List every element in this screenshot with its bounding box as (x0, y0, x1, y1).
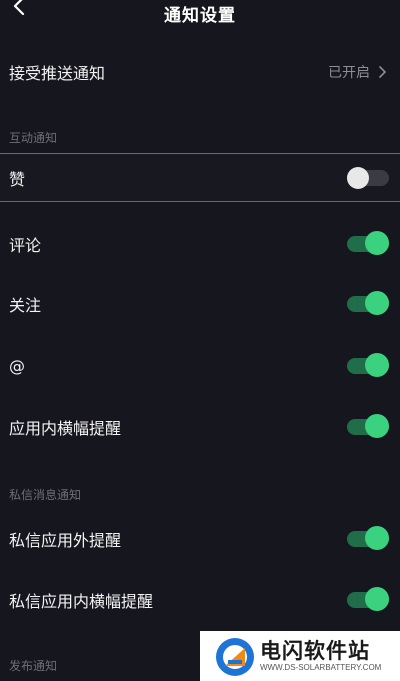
toggle-knob (365, 291, 389, 315)
watermark-title: 电闪软件站 (260, 639, 370, 663)
setting-label-in-app-banner: 应用内横幅提醒 (9, 419, 122, 438)
toggle-mention[interactable] (347, 353, 389, 379)
setting-row-mention: @ (0, 336, 400, 396)
setting-label-like: 赞 (9, 169, 26, 189)
toggle-dm-in-app-banner[interactable] (347, 587, 389, 613)
toggle-dm-outside-app[interactable] (347, 526, 389, 552)
setting-row-dm-outside-app: 私信应用外提醒 (0, 509, 400, 569)
toggle-knob (365, 526, 389, 550)
toggle-knob (365, 231, 389, 255)
setting-label-dm-outside-app: 私信应用外提醒 (9, 531, 122, 550)
setting-label-follow: 关注 (9, 296, 42, 315)
setting-label-comment: 评论 (9, 236, 42, 255)
chevron-right-icon (379, 66, 386, 78)
site-logo-icon (216, 638, 254, 676)
setting-row-in-app-banner: 应用内横幅提醒 (0, 397, 400, 457)
push-notification-label: 接受推送通知 (9, 64, 106, 83)
header: 通知设置 (0, 0, 400, 30)
section-header-private-message: 私信消息通知 (9, 488, 82, 502)
watermark-subtitle: WWW.DS-SOLARBATTERY.COM (260, 663, 382, 672)
toggle-in-app-banner[interactable] (347, 414, 389, 440)
push-notification-status: 已开启 (328, 65, 370, 81)
section-header-publish: 发布通知 (9, 659, 58, 673)
toggle-knob (365, 353, 389, 377)
toggle-knob (347, 166, 369, 189)
setting-row-like: 赞 (0, 153, 400, 202)
setting-label-mention: @ (9, 356, 25, 376)
push-notification-row[interactable]: 接受推送通知 已开启 (0, 42, 400, 102)
setting-row-comment: 评论 (0, 214, 400, 274)
toggle-knob (365, 414, 389, 438)
toggle-knob (365, 587, 389, 611)
setting-label-dm-in-app-banner: 私信应用内横幅提醒 (9, 592, 154, 611)
setting-row-follow: 关注 (0, 274, 400, 334)
toggle-comment[interactable] (347, 231, 389, 257)
toggle-follow[interactable] (347, 291, 389, 317)
section-header-interaction: 互动通知 (9, 131, 58, 145)
site-watermark: 电闪软件站 WWW.DS-SOLARBATTERY.COM (200, 631, 400, 681)
toggle-like[interactable] (347, 165, 389, 191)
page-title: 通知设置 (164, 6, 236, 26)
setting-row-dm-in-app-banner: 私信应用内横幅提醒 (0, 570, 400, 630)
